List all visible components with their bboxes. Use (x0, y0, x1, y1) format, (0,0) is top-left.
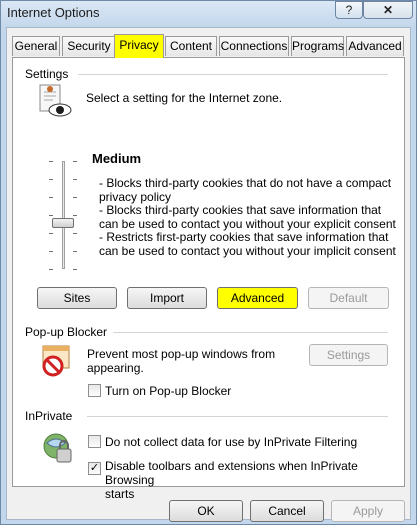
tab-general[interactable]: General (12, 36, 60, 56)
popup-description-line: appearing. (87, 361, 144, 375)
tab-advanced[interactable]: Advanced (346, 36, 404, 56)
privacy-level-description: - Blocks third-party cookies that do not… (99, 176, 399, 258)
inprivate-group-label: InPrivate (25, 409, 73, 423)
tab-security[interactable]: Security (62, 36, 116, 56)
privacy-panel: Settings Select a setting for the Intern… (12, 57, 405, 501)
advanced-button[interactable]: Advanced (217, 287, 298, 309)
description-line: - Blocks third-party cookies that do not… (99, 176, 392, 190)
inprivate-icon (43, 433, 72, 463)
slider-tick (73, 269, 77, 270)
popup-group-label: Pop-up Blocker (25, 325, 108, 339)
ok-button[interactable]: OK (169, 500, 243, 522)
tab-programs[interactable]: Programs (291, 36, 344, 56)
description-line: can be used to contact you without your … (99, 216, 396, 231)
window-title: Internet Options (7, 5, 100, 20)
internet-options-window: Internet Options ? ✕ General Security Co… (0, 0, 417, 525)
settings-separator (78, 74, 388, 75)
slider-tick (49, 251, 53, 252)
disable-toolbars-label-line: starts (105, 487, 135, 501)
popup-description: Prevent most pop-up windows from appeari… (87, 347, 275, 375)
disable-toolbars-label[interactable]: Disable toolbars and extensions when InP… (105, 459, 404, 501)
disable-toolbars-checkbox[interactable]: ✓ (88, 462, 101, 475)
slider-tick (49, 197, 53, 198)
disable-toolbars-label-line: Disable toolbars and extensions when InP… (105, 459, 358, 487)
help-button[interactable]: ? (335, 1, 363, 19)
popup-blocker-checkbox[interactable] (88, 384, 101, 397)
slider-tick (73, 179, 77, 180)
description-line: - Restricts first-party cookies that sav… (99, 230, 389, 244)
slider-tick (49, 215, 53, 216)
popup-settings-button[interactable]: Settings (309, 344, 388, 366)
slider-tick (49, 233, 53, 234)
inprivate-separator (87, 416, 388, 417)
settings-group-label: Settings (25, 67, 69, 81)
slider-tick (73, 161, 77, 162)
sites-button[interactable]: Sites (37, 287, 117, 309)
title-bar[interactable]: Internet Options ? ✕ (1, 1, 416, 27)
inprivate-filtering-label[interactable]: Do not collect data for use by InPrivate… (105, 435, 357, 449)
tab-privacy[interactable]: Privacy (114, 34, 164, 58)
description-line: privacy policy (99, 189, 172, 204)
slider-tick (49, 161, 53, 162)
inprivate-filtering-checkbox[interactable] (88, 435, 101, 448)
slider-tick (73, 233, 77, 234)
slider-tick (49, 269, 53, 270)
privacy-slider-thumb[interactable] (52, 218, 74, 228)
zone-intro-text: Select a setting for the Internet zone. (86, 91, 283, 105)
apply-button[interactable]: Apply (331, 500, 405, 522)
popup-separator (113, 332, 388, 333)
slider-tick (49, 179, 53, 180)
privacy-slider-track[interactable] (62, 161, 65, 269)
dialog-body: General Security Content Connections Pro… (6, 27, 411, 522)
close-button[interactable]: ✕ (363, 1, 413, 19)
popup-blocker-icon (42, 345, 70, 377)
description-line: - Blocks third-party cookies that save i… (99, 203, 382, 217)
privacy-zone-icon (39, 84, 72, 117)
cancel-button[interactable]: Cancel (250, 500, 324, 522)
privacy-level-title: Medium (92, 151, 142, 166)
description-line: can be used to contact you without your … (99, 243, 396, 258)
popup-description-line: Prevent most pop-up windows from (87, 347, 276, 361)
import-button[interactable]: Import (127, 287, 207, 309)
tab-content[interactable]: Content (165, 36, 217, 56)
tab-connections[interactable]: Connections (219, 36, 289, 56)
slider-tick (73, 215, 77, 216)
slider-tick (73, 251, 77, 252)
slider-tick (73, 197, 77, 198)
popup-blocker-label[interactable]: Turn on Pop-up Blocker (105, 384, 231, 398)
default-button[interactable]: Default (308, 287, 389, 309)
